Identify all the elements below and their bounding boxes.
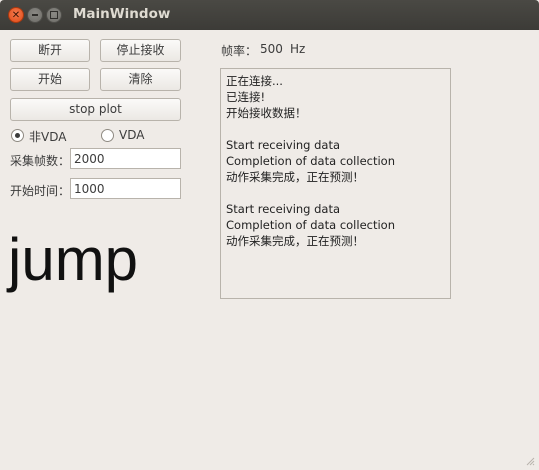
frame-count-input[interactable] <box>70 148 181 169</box>
log-line: 正在连接... <box>226 74 283 88</box>
action-result-text: jump <box>8 226 139 293</box>
window-title: MainWindow <box>73 6 171 22</box>
clear-button[interactable]: 清除 <box>100 68 181 91</box>
main-window: ✕ MainWindow 断开 停止接收 开始 清除 stop plot 非VD… <box>0 0 539 470</box>
log-text-area[interactable]: 正在连接... 已连接! 开始接收数据！ Start receiving data Co… <box>220 68 451 299</box>
frame-count-label: 采集帧数： <box>10 154 71 168</box>
frame-rate-unit: Hz <box>290 42 306 56</box>
start-time-input[interactable] <box>70 178 181 199</box>
log-line: Completion of data collection <box>226 154 395 168</box>
log-line: 已连接! <box>226 90 266 104</box>
start-time-label: 开始时间： <box>10 184 71 198</box>
title-bar: ✕ MainWindow <box>0 0 539 30</box>
maximize-icon[interactable] <box>46 7 62 23</box>
vda-radio[interactable] <box>101 129 114 142</box>
close-icon[interactable]: ✕ <box>8 7 24 23</box>
vda-label: VDA <box>119 128 145 142</box>
non-vda-label: 非VDA <box>29 130 67 144</box>
frame-rate-label: 帧率： <box>221 44 258 58</box>
log-line: 动作采集完成，正在预测！ <box>226 170 364 184</box>
frame-rate-value: 500 <box>260 42 283 56</box>
log-line: 开始接收数据！ <box>226 106 307 120</box>
log-line: Start receiving data <box>226 138 341 152</box>
stop-receive-button[interactable]: 停止接收 <box>100 39 181 62</box>
log-line: 动作采集完成，正在预测！ <box>226 234 364 248</box>
resize-grip-icon[interactable] <box>525 456 535 466</box>
stop-plot-button[interactable]: stop plot <box>10 98 181 121</box>
log-line: Start receiving data <box>226 202 341 216</box>
minimize-icon[interactable] <box>27 7 43 23</box>
non-vda-radio[interactable] <box>11 129 24 142</box>
start-button[interactable]: 开始 <box>10 68 90 91</box>
log-line: Completion of data collection <box>226 218 395 232</box>
disconnect-button[interactable]: 断开 <box>10 39 90 62</box>
